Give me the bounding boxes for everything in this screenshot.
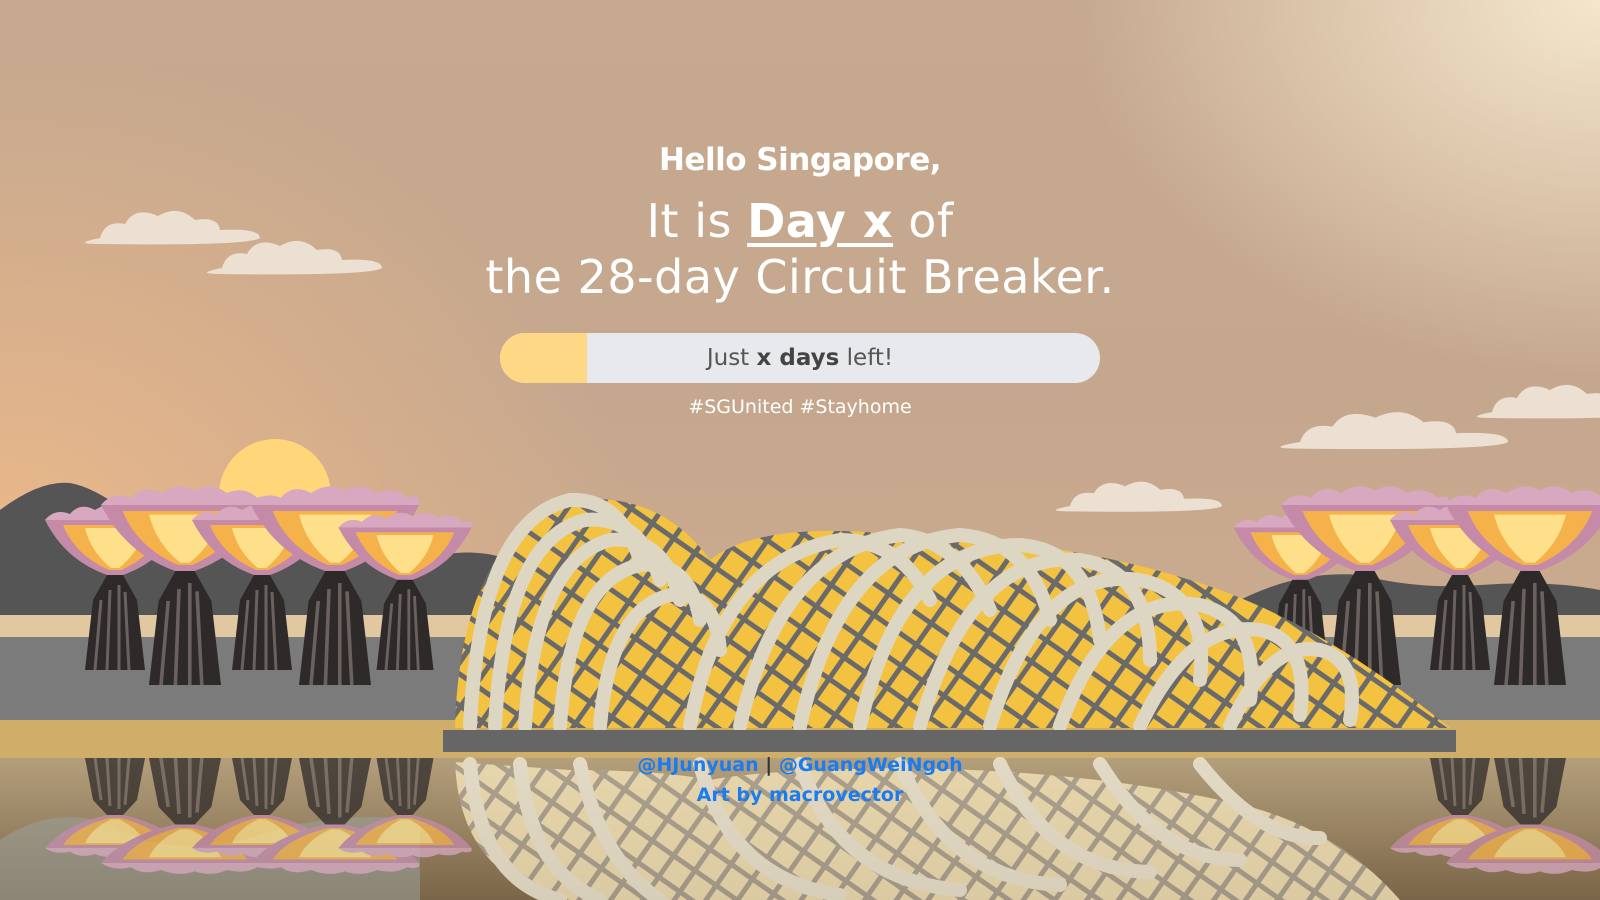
days-left-prefix: Just [706, 345, 750, 371]
art-credit-link[interactable]: Art by macrovector [697, 784, 904, 806]
author-link-hjunyuan[interactable]: @HJunyuan [637, 754, 758, 776]
credits-separator: | [765, 754, 773, 776]
days-left-text: Just x days left! [500, 333, 1100, 383]
day-count: Day x [747, 194, 894, 248]
headline-prefix: It is [646, 194, 732, 248]
author-link-guangweingoh[interactable]: @GuangWeiNgoh [779, 754, 963, 776]
days-left-suffix: left! [846, 345, 894, 371]
credits: @HJunyuan | @GuangWeiNgoh Art by macrove… [0, 750, 1600, 810]
headline-suffix: of [908, 194, 954, 248]
headline: It is Day x of the 28-day Circuit Breake… [0, 193, 1600, 305]
hashtags: #SGUnited #Stayhome [688, 396, 912, 418]
days-left-progress-bar: Just x days left! [500, 333, 1100, 383]
headline-line1: It is Day x of [0, 193, 1600, 249]
days-left-count: x days [756, 345, 840, 371]
headline-line2: the 28-day Circuit Breaker. [485, 250, 1115, 304]
author-credits: @HJunyuan | @GuangWeiNgoh [0, 750, 1600, 780]
greeting-heading: Hello Singapore, [658, 142, 942, 178]
